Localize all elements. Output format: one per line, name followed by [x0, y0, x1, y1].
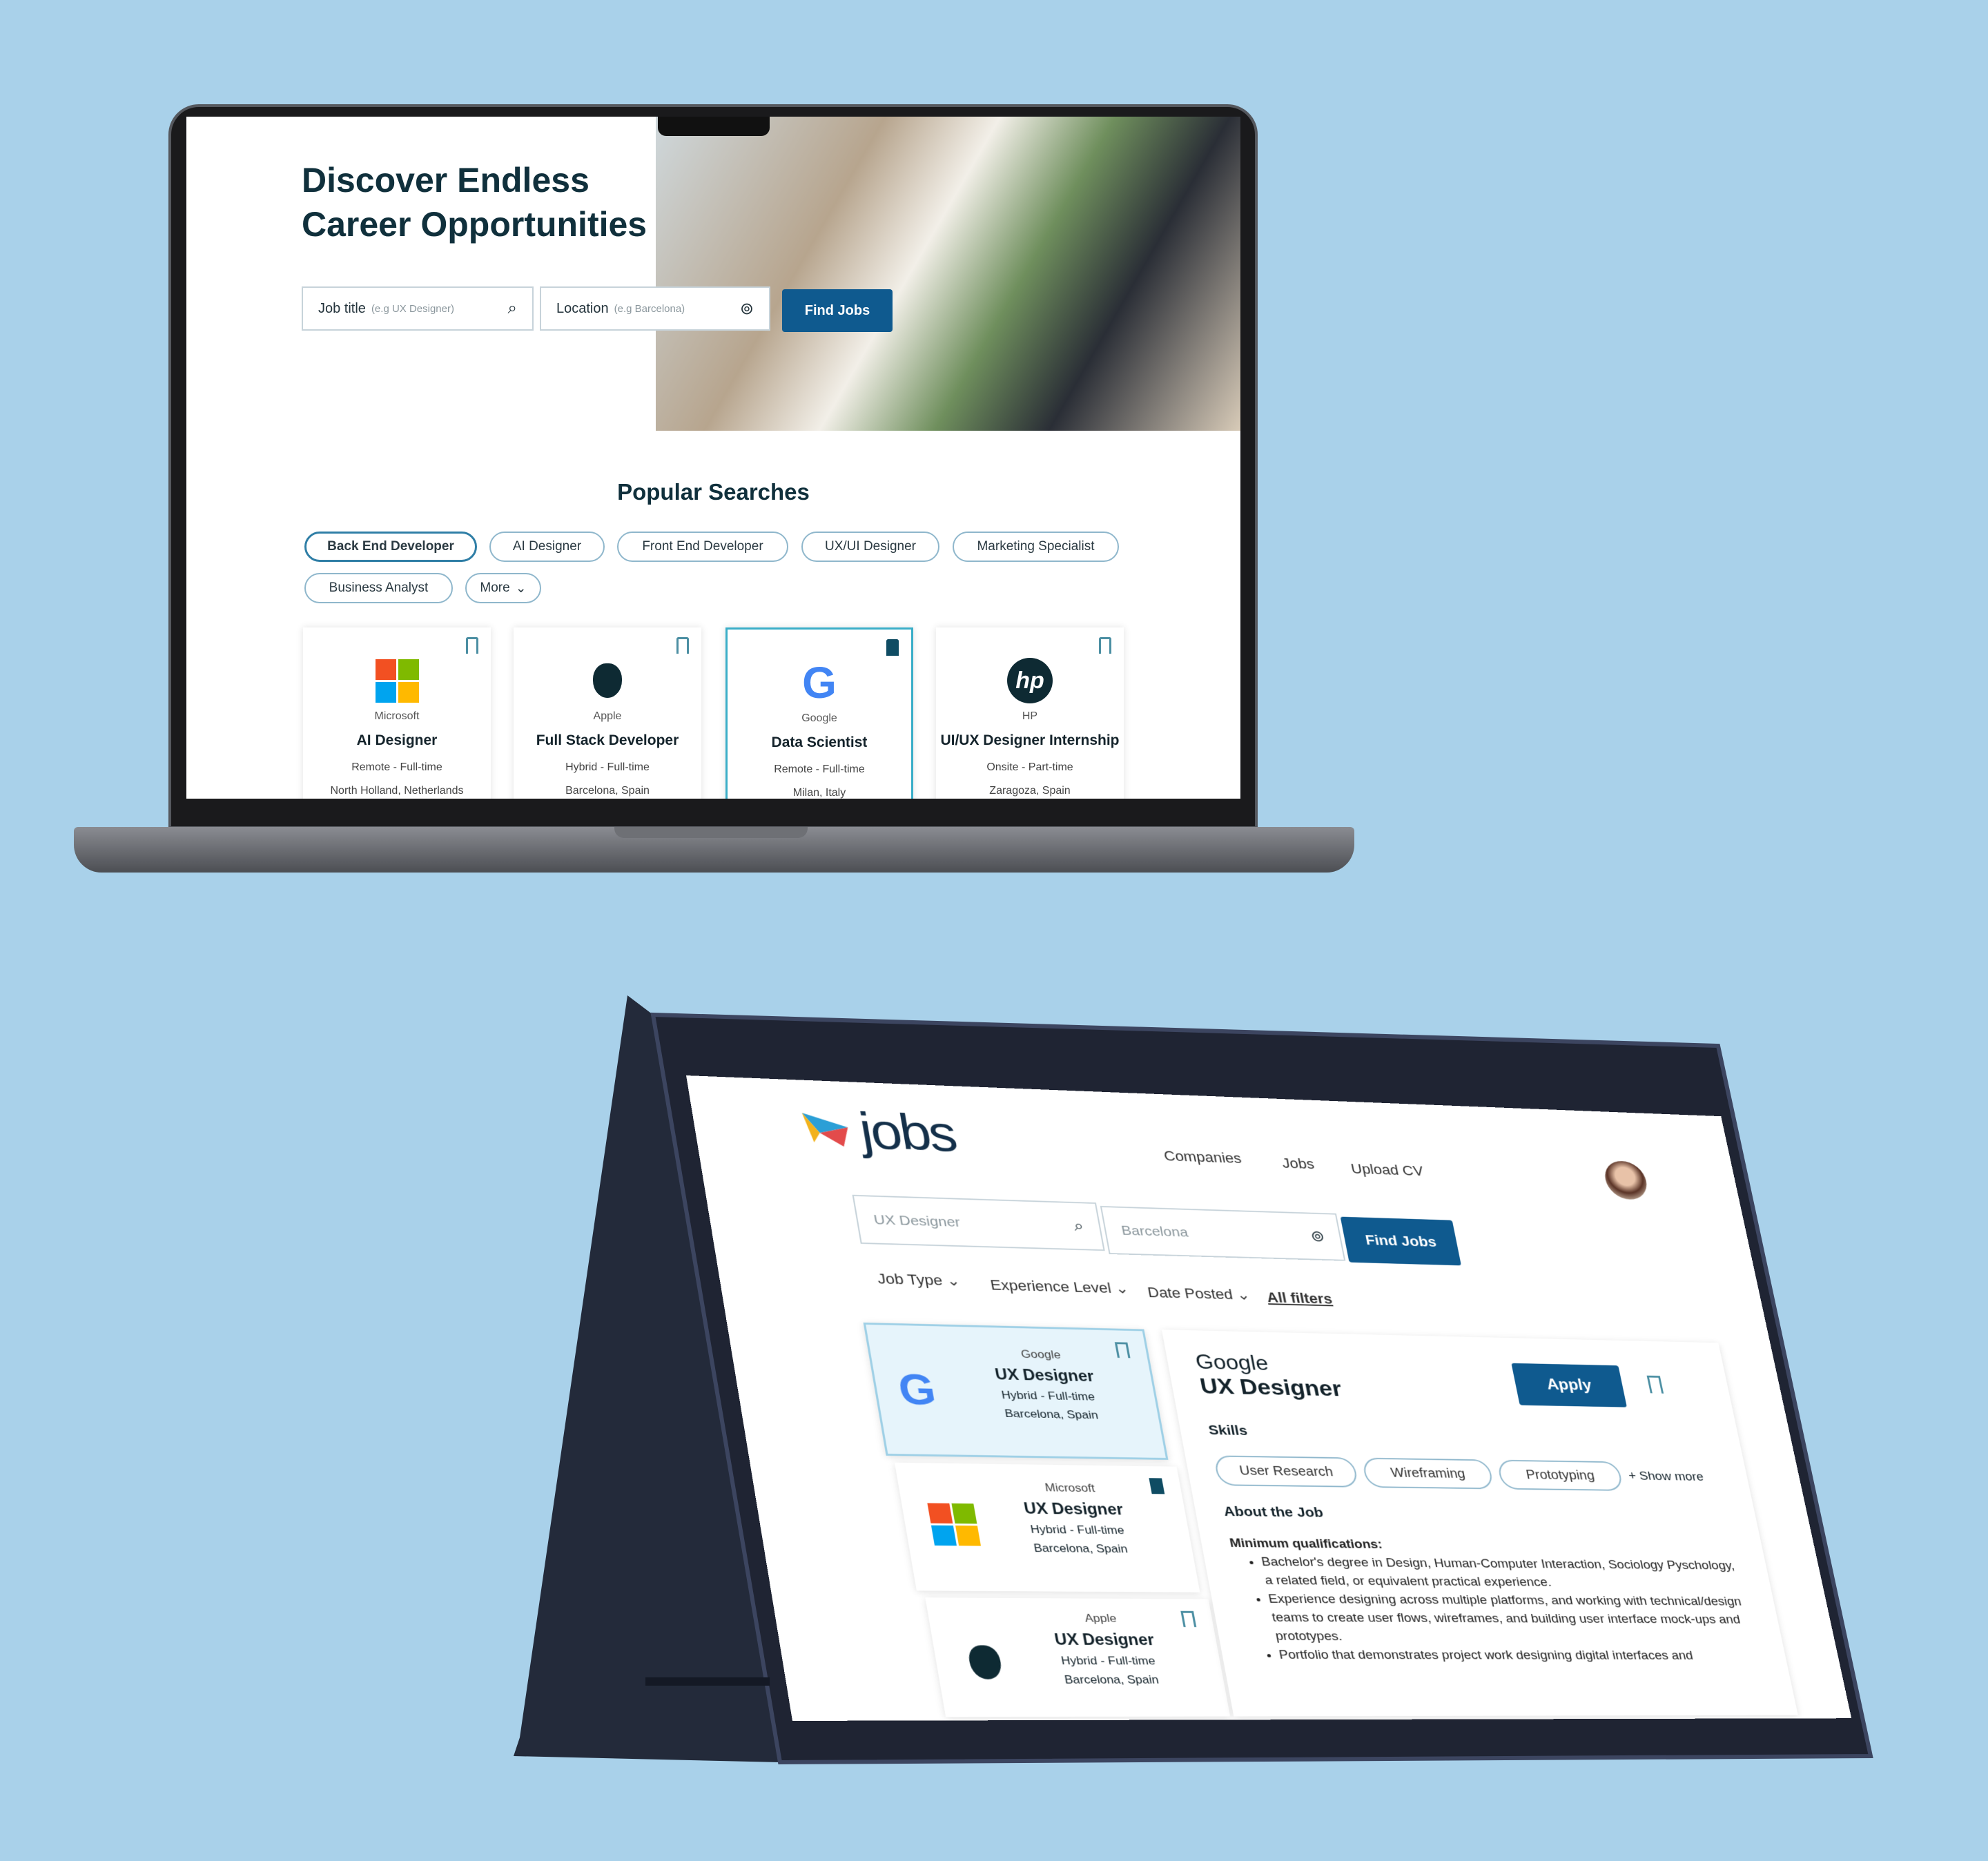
- skill-chip[interactable]: Prototyping: [1496, 1459, 1624, 1491]
- job-type-filter[interactable]: Job Type ⌄: [876, 1270, 962, 1289]
- date-posted-filter[interactable]: Date Posted ⌄: [1146, 1284, 1251, 1303]
- microsoft-logo: [927, 1503, 982, 1546]
- location-input[interactable]: Barcelona ⊚: [1100, 1205, 1346, 1261]
- company-name: Google: [1020, 1347, 1062, 1361]
- tablet-screen: jobs Companies Jobs Upload CV UX Designe…: [686, 1075, 1852, 1721]
- apply-button[interactable]: Apply: [1511, 1363, 1627, 1407]
- location-pin-icon: ⊚: [1309, 1227, 1327, 1245]
- show-more-link[interactable]: + Show more: [1627, 1470, 1704, 1485]
- job-title-value: UX Designer: [873, 1211, 962, 1230]
- nav-companies[interactable]: Companies: [1162, 1148, 1242, 1167]
- skills-label: Skills: [1207, 1422, 1249, 1439]
- filter-label: Date Posted: [1146, 1284, 1234, 1303]
- job-location: Barcelona, Spain: [1063, 1673, 1160, 1686]
- logo-mark-icon: [801, 1112, 851, 1147]
- skill-chip[interactable]: Wireframing: [1361, 1457, 1494, 1490]
- all-filters-link[interactable]: All filters: [1265, 1289, 1334, 1308]
- job-detail-panel: Google UX Designer Apply Skills User Res…: [1161, 1329, 1798, 1717]
- avatar[interactable]: [1601, 1160, 1650, 1200]
- job-list-item[interactable]: Microsoft UX Designer Hybrid - Full-time…: [894, 1462, 1200, 1592]
- search-icon: ⌕: [1072, 1216, 1085, 1235]
- logo-text: jobs: [855, 1102, 959, 1162]
- location-value: Barcelona: [1120, 1222, 1189, 1240]
- qualification-item: Portfolio that demonstrates project work…: [1278, 1646, 1761, 1666]
- job-type: Hybrid - Full-time: [1060, 1654, 1157, 1668]
- experience-level-filter[interactable]: Experience Level ⌄: [989, 1277, 1130, 1298]
- about-job-label: About the Job: [1222, 1503, 1325, 1521]
- bookmark-filled-icon[interactable]: [1149, 1478, 1165, 1494]
- bookmark-icon[interactable]: [1180, 1610, 1197, 1628]
- job-list-item[interactable]: Apple UX Designer Hybrid - Full-time Bar…: [925, 1597, 1231, 1717]
- job-title: UX Designer: [993, 1365, 1095, 1385]
- job-location: Barcelona, Spain: [1004, 1407, 1100, 1422]
- qualification-item: Bachelor's degree in Design, Human-Compu…: [1260, 1553, 1746, 1593]
- google-logo: G: [895, 1365, 939, 1414]
- nav-jobs[interactable]: Jobs: [1280, 1155, 1316, 1172]
- nav-upload-cv[interactable]: Upload CV: [1349, 1160, 1425, 1179]
- apple-logo: [966, 1645, 1004, 1679]
- job-title: UX Designer: [1053, 1630, 1156, 1648]
- company-name: Microsoft: [1044, 1481, 1096, 1495]
- job-location: Barcelona, Spain: [1033, 1541, 1129, 1556]
- qualification-item: Experience designing across multiple pla…: [1267, 1590, 1757, 1648]
- company-name: Apple: [1084, 1612, 1118, 1625]
- job-list-item-selected[interactable]: G Google UX Designer Hybrid - Full-time …: [863, 1322, 1169, 1460]
- filter-label: Experience Level: [988, 1276, 1113, 1296]
- job-title-input[interactable]: UX Designer ⌕: [852, 1194, 1105, 1251]
- find-jobs-button[interactable]: Find Jobs: [1340, 1216, 1461, 1266]
- skill-chip[interactable]: User Research: [1213, 1455, 1359, 1488]
- filter-label: Job Type: [876, 1270, 944, 1289]
- job-type: Hybrid - Full-time: [1000, 1388, 1096, 1403]
- jobs-logo: jobs: [799, 1099, 959, 1163]
- bookmark-icon[interactable]: [1114, 1342, 1131, 1358]
- job-type: Hybrid - Full-time: [1029, 1523, 1126, 1537]
- camera-notch: [658, 117, 770, 136]
- job-title: UX Designer: [1022, 1499, 1124, 1519]
